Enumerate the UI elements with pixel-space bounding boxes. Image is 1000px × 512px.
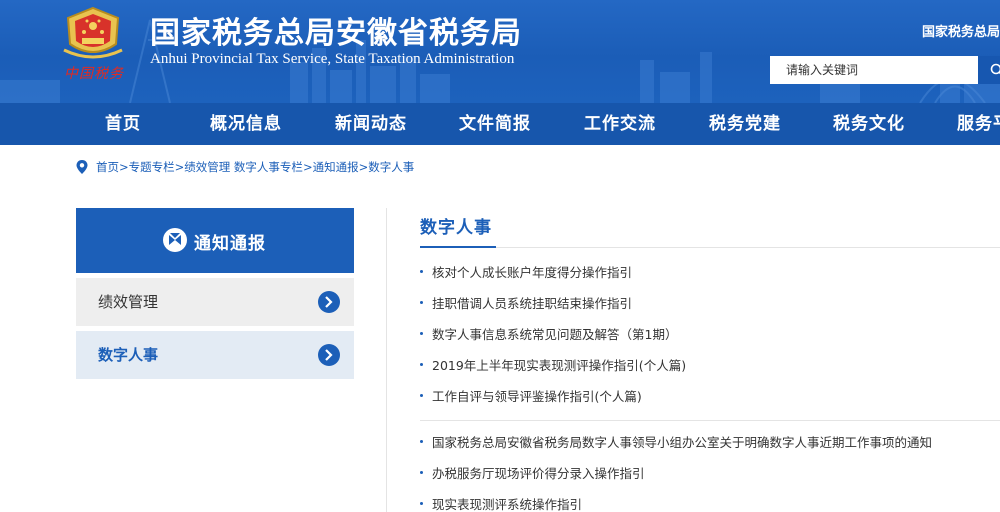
tax-emblem-icon [63, 6, 123, 59]
sidebar-item-performance[interactable]: 绩效管理 [76, 278, 354, 326]
nav-item-service[interactable]: 服务平 [957, 103, 1000, 145]
group-divider [420, 420, 1000, 421]
main-nav: 首页 概况信息 新闻动态 文件简报 工作交流 税务党建 税务文化 服务平 [0, 103, 1000, 145]
breadcrumb-separator: > [174, 160, 185, 174]
list-item[interactable]: 现实表现测评系统操作指引 [420, 494, 582, 512]
list-item[interactable]: 工作自评与领导评鉴操作指引(个人篇) [420, 386, 642, 404]
list-item[interactable]: 挂职借调人员系统挂职结束操作指引 [420, 293, 632, 311]
search-icon [990, 63, 1000, 75]
breadcrumb-separator: > [119, 160, 129, 174]
section-logo-icon [163, 228, 187, 252]
article-link[interactable]: 工作自评与领导评鉴操作指引(个人篇) [432, 386, 642, 405]
site-title[interactable]: 国家税务总局安徽省税务局 [150, 8, 522, 52]
article-link[interactable]: 办税服务厅现场评价得分录入操作指引 [432, 463, 645, 482]
site-subtitle: Anhui Provincial Tax Service, State Taxa… [150, 51, 515, 67]
sidebar-item-label: 绩效管理 [98, 293, 159, 311]
chevron-right-circle-icon [318, 291, 340, 313]
emblem-caption: 中国税务 [64, 66, 124, 82]
list-item[interactable]: 数字人事信息系统常见问题及解答（第1期） [420, 324, 677, 342]
sidebar-title: 通知通报 [194, 234, 266, 254]
breadcrumb-performance-column[interactable]: 绩效管理 数字人事专栏 [184, 159, 303, 175]
breadcrumb-separator: > [302, 160, 313, 174]
bullet-icon [420, 269, 423, 273]
list-item[interactable]: 2019年上半年现实表现测评操作指引(个人篇) [420, 355, 686, 373]
page-title: 数字人事 [420, 218, 492, 238]
chevron-right-circle-icon [318, 344, 340, 366]
nav-item-news[interactable]: 新闻动态 [335, 103, 407, 145]
content-divider [386, 208, 387, 512]
title-rule [420, 247, 1000, 248]
search-input[interactable] [770, 56, 978, 84]
article-link[interactable]: 国家税务总局安徽省税务局数字人事领导小组办公室关于明确数字人事近期工作事项的通知 [432, 432, 932, 451]
sidebar-item-label: 数字人事 [98, 346, 159, 364]
bullet-icon [420, 439, 423, 443]
breadcrumb-separator: > [358, 160, 369, 174]
location-pin-icon [76, 160, 88, 174]
bullet-icon [420, 470, 423, 474]
bullet-icon [420, 362, 423, 366]
list-item[interactable]: 核对个人成长账户年度得分操作指引 [420, 262, 632, 280]
breadcrumb: 首页 > 专题专栏 > 绩效管理 数字人事专栏 > 通知通报 > 数字人事 [76, 159, 414, 175]
title-underline [420, 246, 496, 248]
site-header: 中国税务 国家税务总局安徽省税务局 Anhui Provincial Tax S… [0, 0, 1000, 103]
nav-item-culture[interactable]: 税务文化 [833, 103, 905, 145]
search-button[interactable] [978, 56, 1000, 84]
bullet-icon [420, 300, 423, 304]
breadcrumb-notices[interactable]: 通知通报 [313, 159, 359, 175]
sidebar-header: 通知通报 [76, 208, 354, 273]
sidebar-item-digital-hr[interactable]: 数字人事 [76, 331, 354, 379]
bullet-icon [420, 331, 423, 335]
bullet-icon [420, 501, 423, 505]
top-link-sta[interactable]: 国家税务总局 [922, 21, 1000, 40]
article-link[interactable]: 数字人事信息系统常见问题及解答（第1期） [432, 324, 677, 343]
breadcrumb-current: 数字人事 [368, 160, 415, 174]
article-link[interactable]: 2019年上半年现实表现测评操作指引(个人篇) [432, 355, 686, 374]
nav-item-exchange[interactable]: 工作交流 [584, 103, 656, 145]
nav-item-documents[interactable]: 文件简报 [459, 103, 531, 145]
list-item[interactable]: 国家税务总局安徽省税务局数字人事领导小组办公室关于明确数字人事近期工作事项的通知 [420, 432, 932, 450]
nav-item-party[interactable]: 税务党建 [709, 103, 781, 145]
breadcrumb-home[interactable]: 首页 [96, 159, 119, 175]
bullet-icon [420, 393, 423, 397]
article-link[interactable]: 挂职借调人员系统挂职结束操作指引 [432, 293, 632, 312]
nav-item-overview[interactable]: 概况信息 [210, 103, 282, 145]
nav-item-home[interactable]: 首页 [105, 103, 141, 145]
article-link[interactable]: 核对个人成长账户年度得分操作指引 [432, 262, 632, 281]
article-link[interactable]: 现实表现测评系统操作指引 [432, 494, 582, 512]
breadcrumb-topics[interactable]: 专题专栏 [129, 159, 175, 175]
list-item[interactable]: 办税服务厅现场评价得分录入操作指引 [420, 463, 645, 481]
